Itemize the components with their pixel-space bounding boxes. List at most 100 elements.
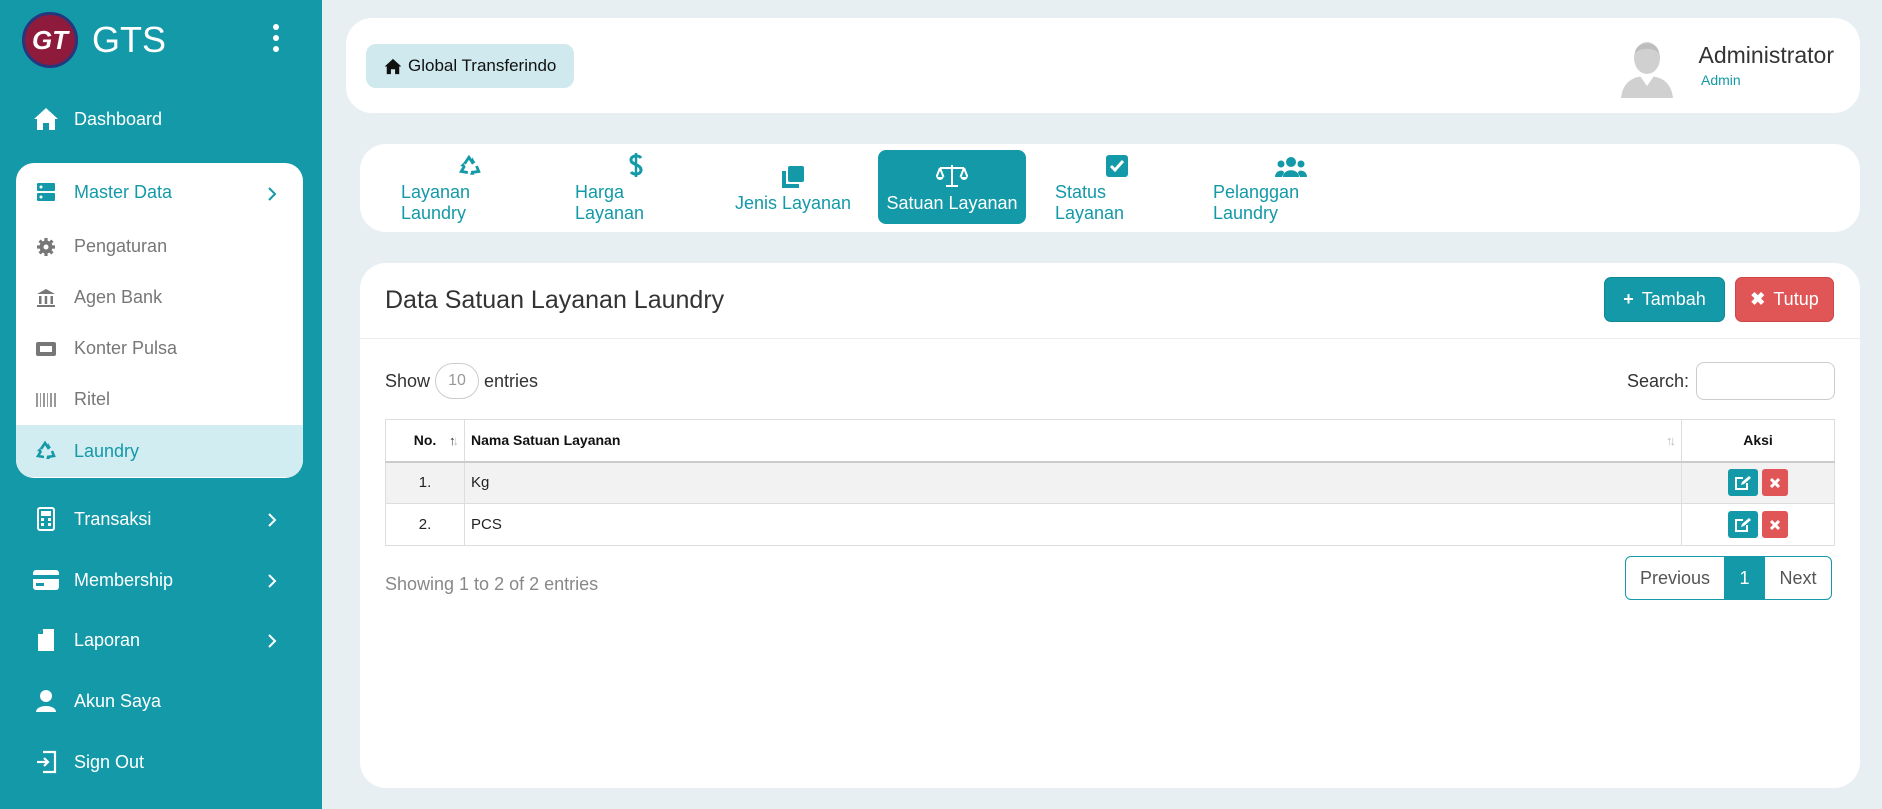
page-length-control: Show 10 entries	[385, 363, 538, 399]
credit-card-icon	[32, 566, 60, 594]
sort-icon: ↑↓	[1666, 433, 1676, 448]
sidebar-item-label: Master Data	[74, 181, 173, 202]
row-number: 2.	[385, 503, 465, 546]
row-actions	[1681, 461, 1835, 504]
users-icon	[1274, 150, 1307, 178]
sidebar-item-pengaturan[interactable]: Pengaturan	[16, 221, 303, 272]
row-name: PCS	[464, 503, 1682, 546]
sidebar-item-label: Pengaturan	[74, 236, 168, 256]
sidebar-item-label: Akun Saya	[74, 690, 162, 711]
delete-button[interactable]	[1762, 469, 1788, 497]
tab-layanan-laundry[interactable]: Layanan Laundry	[401, 150, 538, 224]
close-button[interactable]: ✖ Tutup	[1735, 277, 1834, 322]
column-header-name[interactable]: Nama Satuan Layanan ↑↓	[464, 419, 1682, 463]
top-header: Global Transferindo Administrator Admin	[346, 18, 1860, 113]
tab-harga-layanan[interactable]: Harga Layanan	[575, 150, 697, 224]
user-role: Admin	[1701, 72, 1741, 88]
sidebar-item-sign-out[interactable]: Sign Out	[16, 737, 303, 787]
sidebar-item-membership[interactable]: Membership	[16, 555, 303, 605]
sidebar: GT GTS Dashboard Master Data Pengaturan	[0, 0, 322, 809]
chevron-right-icon	[267, 511, 277, 532]
sidebar-item-dashboard[interactable]: Dashboard	[16, 94, 303, 144]
sidebar-item-akun-saya[interactable]: Akun Saya	[16, 676, 303, 726]
sidebar-item-transaksi[interactable]: Transaksi	[16, 494, 303, 544]
avatar[interactable]	[1618, 36, 1676, 98]
brand-name: GTS	[92, 19, 167, 60]
file-icon	[32, 626, 60, 654]
dollar-icon	[629, 150, 643, 178]
close-button-label: Tutup	[1773, 289, 1819, 309]
sidebar-item-label: Sign Out	[74, 751, 145, 772]
row-name: Kg	[464, 461, 1682, 504]
delete-button[interactable]	[1762, 511, 1788, 538]
brand-logo: GT	[22, 12, 78, 68]
pagination-previous[interactable]: Previous	[1626, 557, 1725, 599]
search-label: Search:	[1627, 371, 1690, 391]
table-row: 1. Kg	[385, 461, 1835, 504]
column-header-aksi: Aksi	[1681, 419, 1835, 463]
table-info: Showing 1 to 2 of 2 entries	[385, 574, 599, 594]
plus-icon: +	[1623, 289, 1634, 309]
calculator-icon	[32, 505, 60, 533]
close-icon: ✖	[1750, 289, 1766, 309]
edit-button[interactable]	[1728, 469, 1758, 497]
breadcrumb[interactable]: Global Transferindo	[366, 44, 575, 88]
master-data-submenu: Master Data Pengaturan Agen Bank Konter …	[16, 163, 303, 478]
column-header-no[interactable]: No. ↑↓	[385, 419, 465, 463]
service-tabs: Layanan Laundry Harga Layanan Jenis Laya…	[360, 144, 1860, 232]
data-table: No. ↑↓ Nama Satuan Layanan ↑↓ Aksi 1. Kg	[385, 419, 1835, 546]
tab-label: Satuan Layanan	[886, 192, 1018, 213]
user-icon	[32, 687, 60, 715]
add-button-label: Tambah	[1641, 289, 1706, 309]
entries-label: entries	[484, 370, 539, 391]
sidebar-item-laundry[interactable]: Laundry	[16, 425, 303, 477]
tab-label: Pelanggan Laundry	[1213, 182, 1300, 223]
sidebar-item-ritel[interactable]: Ritel	[16, 374, 303, 425]
check-square-icon	[1105, 150, 1129, 178]
close-icon	[1769, 519, 1781, 530]
sidebar-item-label: Laporan	[74, 629, 141, 650]
tab-satuan-layanan[interactable]: Satuan Layanan	[878, 150, 1026, 224]
sign-out-icon	[32, 748, 60, 776]
user-name: Administrator	[1698, 42, 1834, 68]
pagination-next[interactable]: Next	[1765, 557, 1831, 599]
row-actions	[1681, 503, 1835, 546]
tab-pelanggan-laundry[interactable]: Pelanggan Laundry	[1213, 150, 1368, 224]
edit-icon	[1735, 475, 1751, 490]
card-header: Data Satuan Layanan Laundry + Tambah ✖ T…	[360, 263, 1860, 339]
sort-asc-icon: ↑↓	[449, 433, 459, 448]
home-icon	[384, 58, 402, 74]
edit-icon	[1735, 517, 1751, 532]
sidebar-item-label: Membership	[74, 569, 174, 590]
tab-label: Layanan Laundry	[401, 182, 471, 223]
sidebar-item-label: Agen Bank	[74, 287, 163, 307]
table-header-row: No. ↑↓ Nama Satuan Layanan ↑↓ Aksi	[385, 419, 1835, 463]
sidebar-item-agen-bank[interactable]: Agen Bank	[16, 272, 303, 323]
kebab-menu-icon[interactable]	[270, 24, 282, 58]
sidebar-item-laporan[interactable]: Laporan	[16, 615, 303, 665]
clone-icon	[781, 161, 805, 189]
sidebar-item-label: Transaksi	[74, 508, 152, 529]
pagination-page-current[interactable]: 1	[1725, 557, 1765, 599]
tab-jenis-layanan[interactable]: Jenis Layanan	[734, 150, 852, 224]
recycle-icon	[32, 440, 60, 462]
tab-label: Status Layanan	[1055, 182, 1125, 223]
tab-status-layanan[interactable]: Status Layanan	[1055, 150, 1179, 224]
brand[interactable]: GT GTS	[22, 12, 166, 68]
page-length-select[interactable]: 10	[435, 363, 480, 399]
recycle-icon	[458, 150, 482, 178]
server-icon	[32, 182, 60, 202]
search-input[interactable]	[1696, 362, 1835, 400]
pagination: Previous 1 Next	[1625, 556, 1832, 600]
tab-label: Jenis Layanan	[734, 192, 852, 213]
sidebar-item-master-data[interactable]: Master Data	[16, 163, 303, 221]
close-icon	[1769, 477, 1781, 488]
add-button[interactable]: + Tambah	[1604, 277, 1725, 322]
sidebar-item-konter-pulsa[interactable]: Konter Pulsa	[16, 323, 303, 374]
edit-button[interactable]	[1728, 511, 1758, 538]
data-card: Data Satuan Layanan Laundry + Tambah ✖ T…	[360, 263, 1860, 788]
home-icon	[32, 105, 60, 133]
page-title: Data Satuan Layanan Laundry	[385, 286, 725, 314]
sidebar-item-label: Konter Pulsa	[74, 338, 178, 358]
chevron-down-icon	[267, 185, 277, 206]
